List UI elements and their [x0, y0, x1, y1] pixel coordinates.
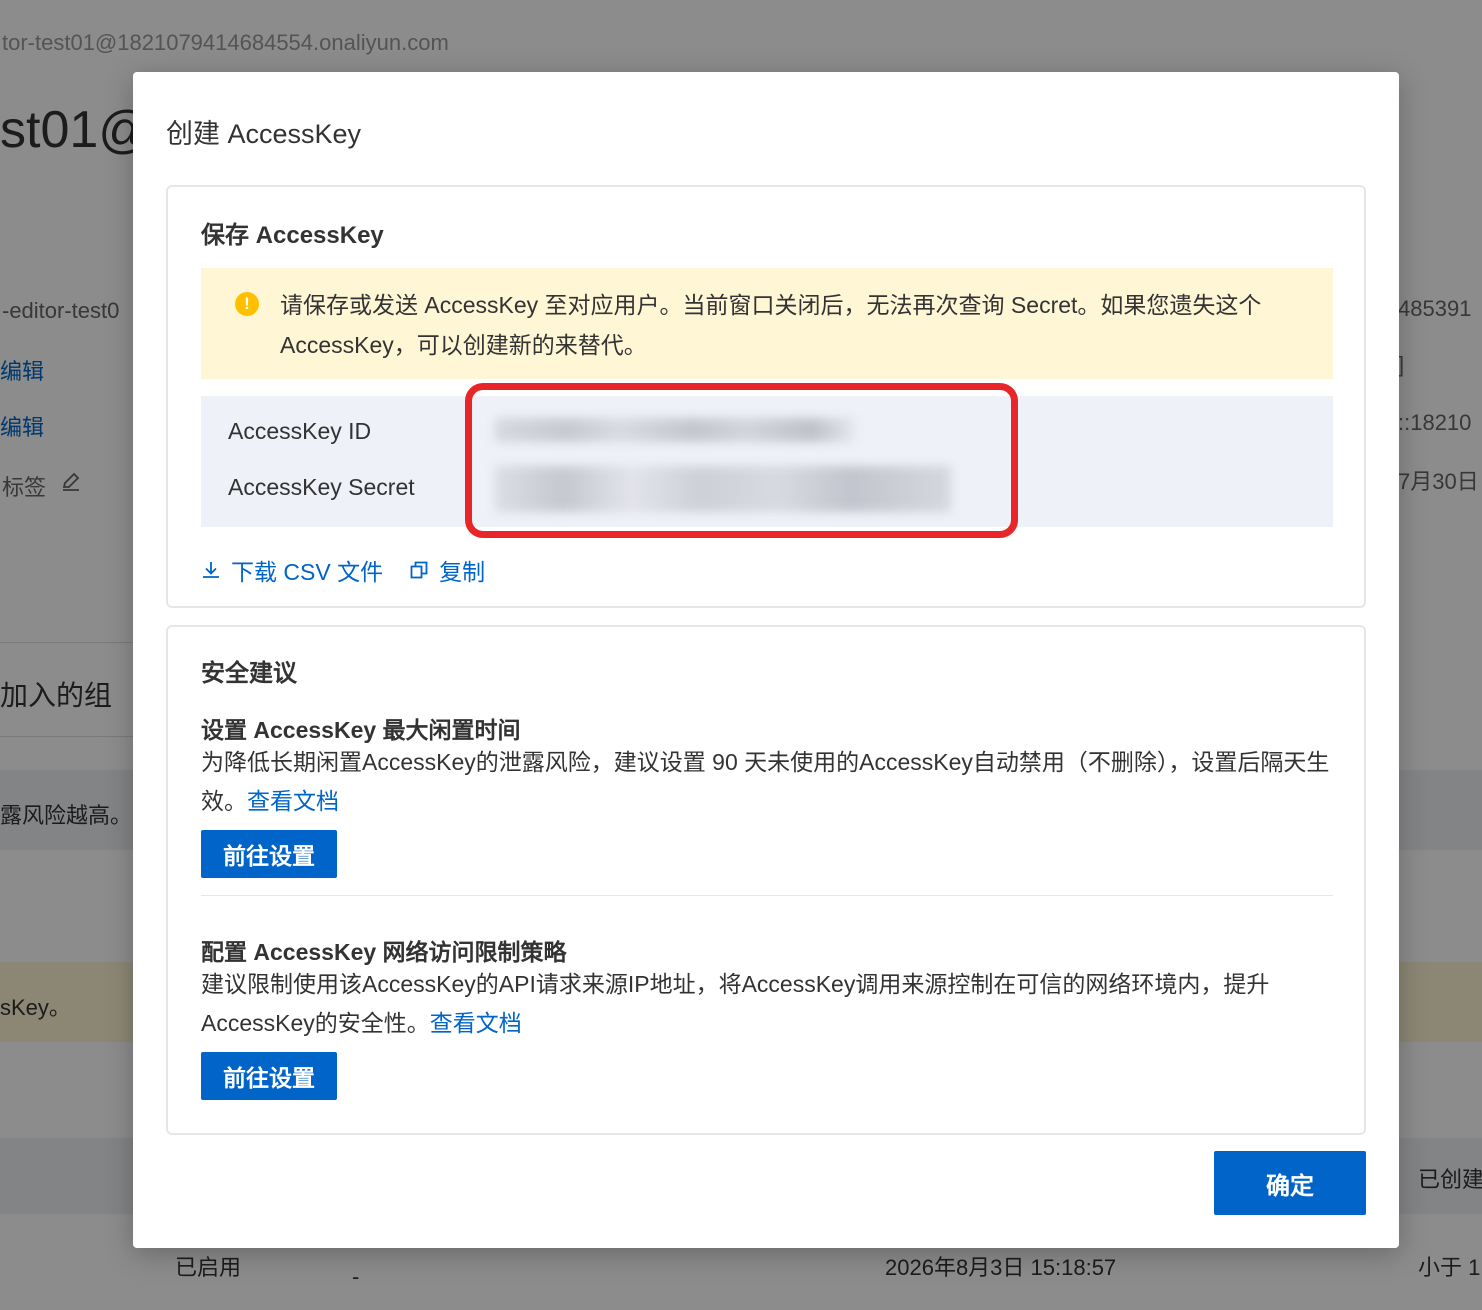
download-csv-button[interactable]: 下载 CSV 文件: [201, 553, 383, 587]
security-advice-card: 安全建议 设置 AccessKey 最大闲置时间 为降低长期闲置AccessKe…: [166, 625, 1366, 1135]
dialog-title: 创建 AccessKey: [166, 119, 362, 149]
save-heading: 保存 AccessKey: [201, 222, 384, 249]
highlight-box: [465, 383, 1018, 538]
confirm-button[interactable]: 确定: [1214, 1151, 1366, 1215]
divider: [201, 895, 1333, 896]
copy-icon: [410, 561, 428, 579]
save-warning-alert: ! 请保存或发送 AccessKey 至对应用户。当前窗口关闭后，无法再次查询 …: [201, 268, 1333, 379]
download-icon: [203, 562, 219, 578]
download-csv-label: 下载 CSV 文件: [231, 559, 384, 585]
network-docs-link[interactable]: 查看文档: [430, 1010, 522, 1036]
network-policy-title: 配置 AccessKey 网络访问限制策略: [201, 939, 567, 965]
warning-circle-icon: !: [235, 292, 259, 316]
security-heading: 安全建议: [201, 660, 297, 687]
copy-label: 复制: [439, 559, 486, 585]
idle-settings-button[interactable]: 前往设置: [201, 830, 337, 878]
accesskey-id-label: AccessKey ID: [228, 418, 372, 444]
network-policy-desc: 建议限制使用该AccessKey的API请求来源IP地址，将AccessKey调…: [201, 971, 1270, 1036]
idle-time-title: 设置 AccessKey 最大闲置时间: [201, 717, 521, 743]
alert-text: 请保存或发送 AccessKey 至对应用户。当前窗口关闭后，无法再次查询 Se…: [280, 292, 1262, 358]
network-settings-button[interactable]: 前往设置: [201, 1052, 337, 1100]
accesskey-credentials: AccessKey ID AccessKey Secret: [201, 383, 1333, 538]
save-accesskey-card: 保存 AccessKey ! 请保存或发送 AccessKey 至对应用户。当前…: [166, 185, 1366, 608]
idle-time-desc: 为降低长期闲置AccessKey的泄露风险，建议设置 90 天未使用的Acces…: [201, 749, 1330, 814]
idle-docs-link[interactable]: 查看文档: [247, 788, 339, 814]
copy-button[interactable]: 复制: [409, 553, 485, 587]
save-actions: 下载 CSV 文件 复制: [201, 555, 511, 585]
accesskey-secret-label: AccessKey Secret: [228, 474, 415, 500]
create-accesskey-dialog: 创建 AccessKey 保存 AccessKey ! 请保存或发送 Acces…: [133, 72, 1399, 1248]
